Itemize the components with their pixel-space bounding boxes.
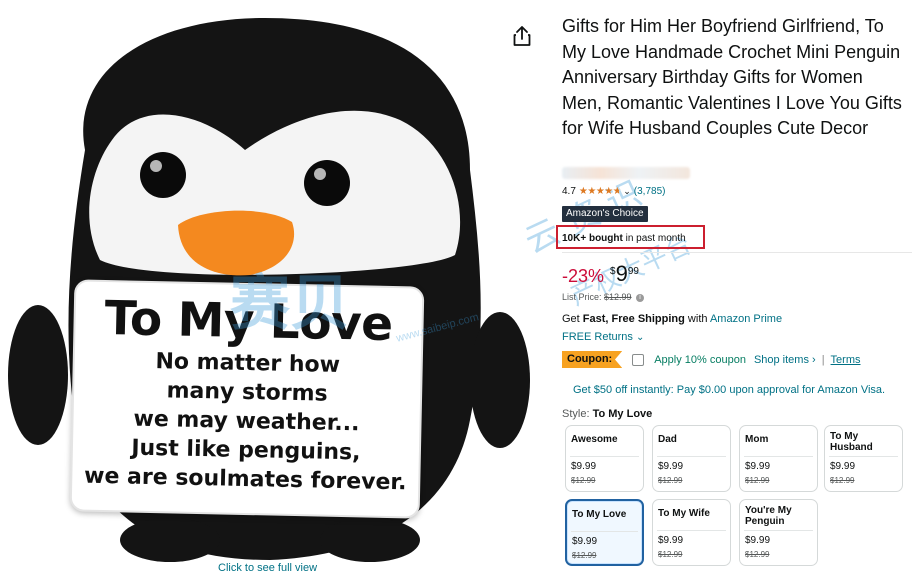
amazons-choice-badge[interactable]: Amazon's Choice bbox=[562, 206, 648, 222]
variant-name: Dad bbox=[658, 434, 677, 445]
prime-link[interactable]: Amazon Prime bbox=[710, 313, 782, 325]
variant-divider bbox=[570, 456, 639, 457]
message-card: To My Love No matter how many storms we … bbox=[69, 279, 425, 519]
coupon-row: Coupon: Apply 10% coupon Shop items › | … bbox=[562, 351, 861, 368]
variant-dad[interactable]: Dad $9.99 $12.99 bbox=[652, 425, 731, 492]
list-price-value: $12.99 bbox=[604, 292, 632, 302]
variant-list-price: $12.99 bbox=[572, 551, 597, 560]
variant-to-my-husband[interactable]: To My Husband $9.99 $12.99 bbox=[824, 425, 903, 492]
style-label: Style: To My Love bbox=[562, 408, 652, 420]
variant-price: $9.99 bbox=[571, 461, 597, 472]
rating-count-link[interactable]: (3,785) bbox=[634, 186, 666, 197]
variant-price: $9.99 bbox=[572, 536, 598, 547]
rating-value: 4.7 bbox=[562, 186, 576, 197]
share-icon[interactable] bbox=[512, 25, 532, 47]
variant-list-price: $12.99 bbox=[571, 476, 596, 485]
product-title: Gifts for Him Her Boyfriend Girlfriend, … bbox=[562, 16, 902, 139]
full-view-link[interactable]: Click to see full view bbox=[218, 562, 317, 571]
variant-to-my-love[interactable]: To My Love $9.99 $12.99 bbox=[565, 499, 644, 566]
discount-percent: -23% bbox=[562, 266, 605, 286]
variant-price: $9.99 bbox=[745, 535, 771, 546]
product-image[interactable]: To My Love No matter how many storms we … bbox=[0, 0, 545, 571]
apply-coupon-label[interactable]: Apply 10% coupon bbox=[654, 354, 746, 366]
rating-row[interactable]: 4.7 ★★★★★ ★ ⌄ (3,785) bbox=[562, 186, 665, 197]
variant-name: To My Husband bbox=[830, 431, 873, 453]
price-fraction: 99 bbox=[627, 266, 639, 277]
variant-name: You're My Penguin bbox=[745, 505, 792, 527]
highlight-box bbox=[556, 225, 705, 249]
shipping-mid: with bbox=[684, 313, 710, 325]
star-rating-icon[interactable]: ★★★★★ ★ bbox=[579, 186, 622, 197]
variant-list-price: $12.99 bbox=[745, 476, 770, 485]
info-icon[interactable]: i bbox=[636, 293, 645, 302]
variant-youre-my-penguin[interactable]: You're My Penguin $9.99 $12.99 bbox=[739, 499, 818, 566]
variant-price: $9.99 bbox=[830, 461, 856, 472]
coupon-tag: Coupon: bbox=[562, 351, 623, 368]
shipping-prefix: Get bbox=[562, 313, 583, 325]
coupon-separator: | bbox=[821, 353, 825, 366]
variant-price: $9.99 bbox=[745, 461, 771, 472]
variant-divider bbox=[657, 456, 726, 457]
variant-price: $9.99 bbox=[658, 461, 684, 472]
divider bbox=[562, 252, 912, 253]
variant-to-my-wife[interactable]: To My Wife $9.99 $12.99 bbox=[652, 499, 731, 566]
variant-name: Mom bbox=[745, 434, 769, 445]
list-price-label: List Price: bbox=[562, 292, 605, 302]
style-selected-value: To My Love bbox=[592, 408, 653, 420]
variant-divider bbox=[744, 456, 813, 457]
chevron-down-icon[interactable]: ⌄ bbox=[623, 186, 631, 197]
shop-items-link[interactable]: Shop items › bbox=[754, 354, 816, 366]
variant-list-price: $12.99 bbox=[745, 550, 770, 559]
free-returns-link[interactable]: FREE Returns ⌄ bbox=[562, 331, 644, 343]
variant-awesome[interactable]: Awesome $9.99 $12.99 bbox=[565, 425, 644, 492]
shipping-bold: Fast, Free Shipping bbox=[582, 313, 685, 325]
variant-divider bbox=[571, 531, 638, 532]
list-price: List Price: $12.99 i bbox=[562, 292, 645, 302]
card-line: we are soulmates forever. bbox=[83, 463, 407, 496]
variant-list-price: $12.99 bbox=[830, 476, 855, 485]
free-returns-label: FREE Returns bbox=[562, 331, 633, 343]
variant-price: $9.99 bbox=[658, 535, 684, 546]
price-row: -23% $ 9 99 bbox=[562, 262, 639, 287]
chevron-down-icon: ⌄ bbox=[635, 332, 645, 343]
style-label-prefix: Style: bbox=[562, 408, 593, 420]
variant-list-price: $12.99 bbox=[658, 550, 683, 559]
shipping-info: Get Fast, Free Shipping with Amazon Prim… bbox=[562, 313, 782, 325]
variant-name: Awesome bbox=[571, 434, 618, 445]
variant-divider bbox=[744, 530, 813, 531]
variant-list-price: $12.99 bbox=[658, 476, 683, 485]
visa-offer-link[interactable]: Get $50 off instantly: Pay $0.00 upon ap… bbox=[573, 384, 885, 396]
variant-divider bbox=[657, 530, 726, 531]
variant-name: To My Love bbox=[572, 509, 627, 520]
price-whole: 9 bbox=[615, 261, 628, 286]
terms-link[interactable]: Terms bbox=[831, 354, 861, 366]
variant-name: To My Wife bbox=[658, 508, 710, 519]
variant-divider bbox=[829, 456, 898, 457]
store-link-blurred[interactable] bbox=[562, 167, 690, 179]
coupon-checkbox[interactable] bbox=[632, 353, 645, 366]
card-title: To My Love bbox=[104, 291, 394, 353]
variant-mom[interactable]: Mom $9.99 $12.99 bbox=[739, 425, 818, 492]
